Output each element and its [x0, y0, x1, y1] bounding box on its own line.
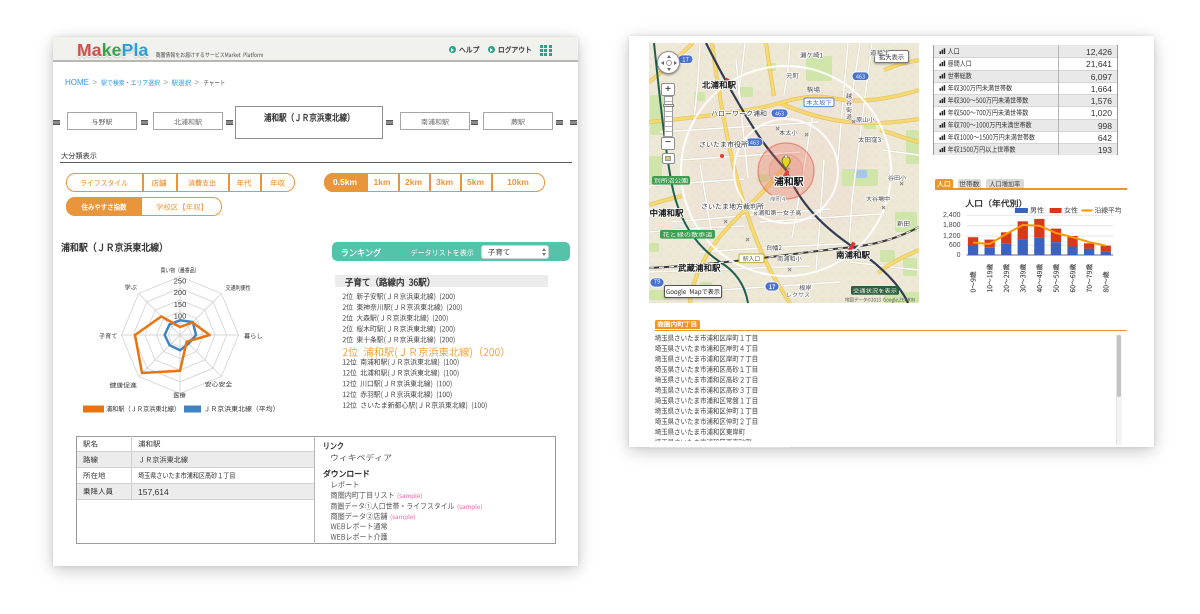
svg-text:200: 200	[174, 288, 187, 297]
svg-text:100: 100	[174, 312, 187, 321]
svg-text:150: 150	[174, 300, 187, 309]
svg-text:250: 250	[174, 277, 187, 286]
